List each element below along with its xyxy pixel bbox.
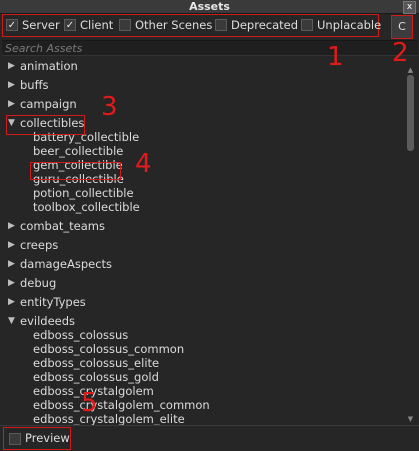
collapsed-arrow-icon[interactable]: ▶ — [8, 96, 15, 113]
clear-button[interactable]: C — [391, 15, 413, 39]
search-bar — [2, 40, 418, 56]
tree-label: creeps — [20, 238, 59, 252]
scrollbar-thumb[interactable] — [407, 75, 414, 151]
preview-checkbox[interactable] — [9, 433, 21, 445]
other-scenes-label: Other Scenes — [135, 18, 213, 32]
server-label: Server — [22, 18, 60, 32]
annotation-5: 5 — [81, 388, 98, 418]
collectibles-highlight — [6, 115, 85, 135]
checkbox-box: ✓ — [6, 19, 18, 31]
unplacable-label: Unplacable — [317, 18, 382, 32]
annotation-3: 3 — [101, 92, 118, 122]
filter-bar: ✓ Server ✓ Client Other Scenes Deprecate… — [2, 14, 382, 37]
tree-label: debug — [20, 276, 57, 290]
asset-tree: ▶ animation ▶ buffs ▶ campaign ▼ collectibles ba… — [0, 57, 405, 425]
title-bar: Assets x — [0, 0, 419, 14]
tree-label: campaign — [20, 97, 77, 111]
close-button[interactable]: x — [403, 1, 416, 14]
tree-label: animation — [20, 59, 78, 73]
preview-toggle[interactable]: Preview — [3, 427, 71, 450]
collapsed-arrow-icon[interactable]: ▶ — [8, 77, 15, 94]
tree-label: buffs — [20, 78, 49, 92]
collapsed-arrow-icon[interactable]: ▶ — [8, 58, 15, 75]
deprecated-label: Deprecated — [231, 18, 299, 32]
tree-label: combat_teams — [20, 219, 105, 233]
annotation-4: 4 — [135, 149, 152, 179]
tree-label: edboss_crystalgolem_elite — [33, 412, 185, 425]
client-label: Client — [80, 18, 114, 32]
checkbox-box — [119, 19, 131, 31]
preview-label: Preview — [25, 431, 70, 445]
checkbox-box — [301, 19, 313, 31]
search-input[interactable] — [5, 41, 405, 55]
checkbox-box: ✓ — [64, 19, 76, 31]
checkbox-box — [215, 19, 227, 31]
collapsed-arrow-icon[interactable]: ▶ — [8, 218, 15, 235]
collapsed-arrow-icon[interactable]: ▶ — [8, 256, 15, 273]
expanded-arrow-icon[interactable]: ▼ — [8, 313, 15, 330]
collapsed-arrow-icon[interactable]: ▶ — [8, 237, 15, 254]
footer: Preview — [0, 425, 419, 451]
collapsed-arrow-icon[interactable]: ▶ — [8, 294, 15, 311]
gem-collectible-highlight — [30, 162, 121, 180]
annotation-2: 2 — [392, 38, 409, 68]
tree-label: damageAspects — [20, 257, 113, 271]
scroll-down-icon[interactable]: ▼ — [405, 415, 416, 423]
collapsed-arrow-icon[interactable]: ▶ — [8, 275, 15, 292]
annotation-1: 1 — [327, 42, 344, 72]
scrollbar[interactable]: ▲ ▼ — [405, 66, 416, 423]
tree-label: entityTypes — [20, 295, 86, 309]
window-title: Assets — [189, 0, 230, 13]
tree-label: toolbox_collectible — [33, 200, 140, 214]
